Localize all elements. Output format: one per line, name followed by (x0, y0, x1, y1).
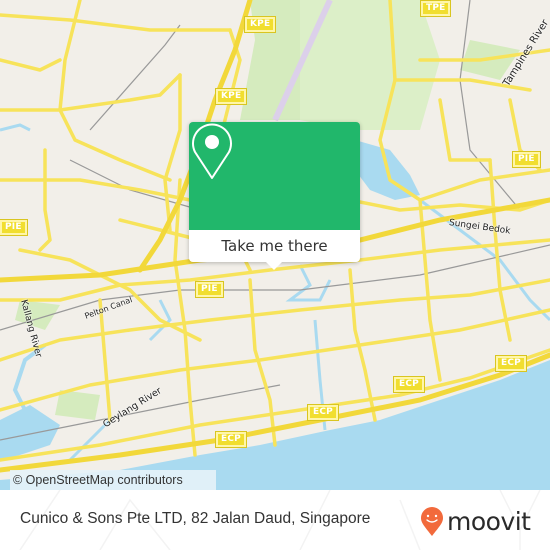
pie-shield-far-west: PIE (0, 219, 28, 236)
location-popup: Take me there (189, 122, 360, 270)
footer: Cunico & Sons Pte LTD, 82 Jalan Daud, Si… (0, 490, 550, 550)
map-pin-icon (192, 123, 232, 179)
ecp-shield-3: ECP (393, 376, 425, 393)
map-view[interactable]: KPE KPE TPE PIE PIE PIE ECP ECP ECP ECP … (0, 0, 550, 490)
kpe-shield-2: KPE (214, 88, 248, 105)
pie-shield-west: PIE (195, 281, 224, 298)
moovit-wordmark: moovit (447, 507, 531, 536)
osm-attribution[interactable]: © OpenStreetMap contributors (10, 470, 216, 490)
ecp-shield-1: ECP (307, 404, 339, 421)
kpe-shield-1: KPE (243, 16, 277, 33)
ecp-shield-4: ECP (495, 355, 527, 372)
popup-header (189, 122, 360, 230)
ecp-shield-2: ECP (215, 431, 247, 448)
popup-pointer (265, 261, 283, 270)
tpe-shield: TPE (419, 0, 452, 17)
moovit-logo[interactable]: moovit (420, 505, 531, 539)
moovit-pin-icon (421, 507, 443, 536)
take-me-there-button[interactable]: Take me there (189, 230, 360, 262)
place-name: Cunico & Sons Pte LTD, 82 Jalan Daud, Si… (20, 510, 371, 527)
pie-shield-east: PIE (512, 151, 541, 168)
